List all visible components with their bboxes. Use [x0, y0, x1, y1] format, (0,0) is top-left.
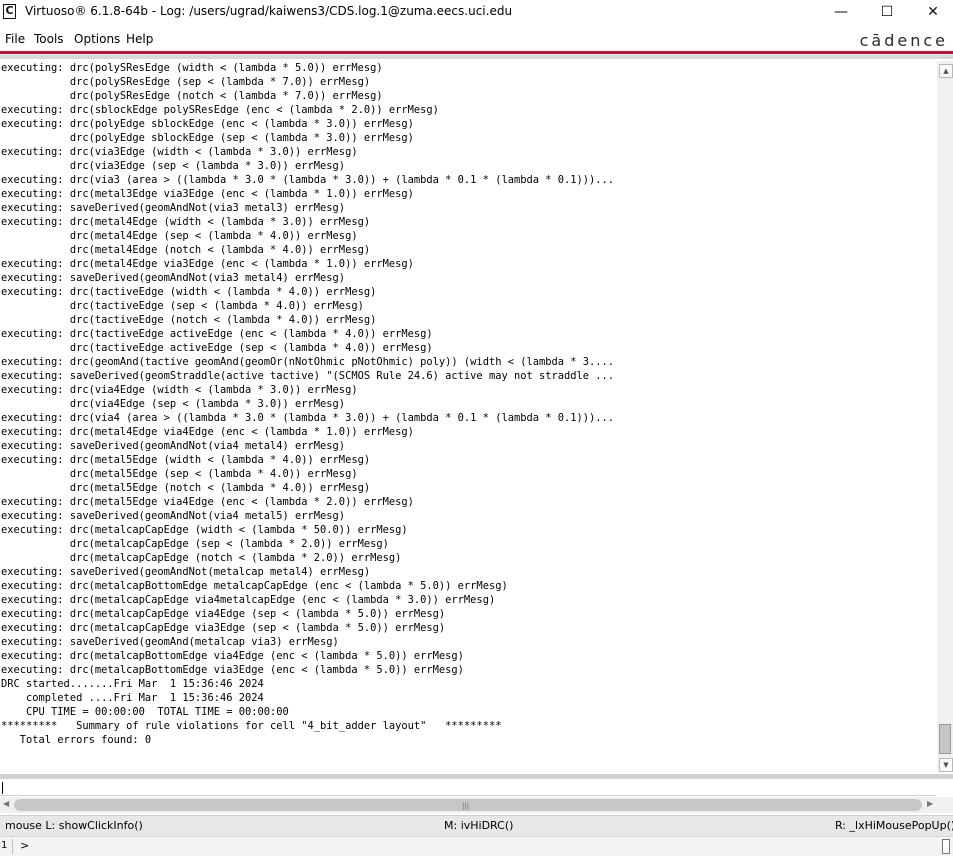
command-input[interactable] — [0, 781, 936, 796]
brand-accent-rule — [0, 51, 953, 54]
menu-file[interactable]: File — [5, 32, 25, 46]
menu-help[interactable]: Help — [126, 32, 153, 46]
log-line: drc(tactiveEdge activeEdge (sep < (lambd… — [1, 342, 433, 354]
log-line: drc(metalcapCapEdge (sep < (lambda * 2.0… — [1, 538, 389, 550]
log-line: executing: drc(metalcapCapEdge via3Edge … — [1, 622, 446, 634]
horizontal-scrollbar[interactable]: ◀ ||| ▶ — [0, 797, 953, 813]
log-line: executing: drc(metalcapCapEdge via4Edge … — [1, 608, 446, 620]
log-line: executing: drc(polySResEdge (width < (la… — [1, 62, 383, 74]
log-line: drc(tactiveEdge (sep < (lambda * 4.0)) e… — [1, 300, 364, 312]
log-line: executing: drc(tactiveEdge (width < (lam… — [1, 286, 377, 298]
prompt-separator — [12, 839, 13, 854]
log-line: drc(metal4Edge (sep < (lambda * 4.0)) er… — [1, 230, 358, 242]
status-mouse-middle: M: ivHiDRC() — [444, 819, 514, 832]
log-line: executing: drc(metal4Edge (width < (lamb… — [1, 216, 371, 228]
scroll-down-icon[interactable]: ▼ — [939, 758, 953, 772]
log-line: executing: drc(metalcapBottomEdge via4Ed… — [1, 650, 464, 662]
text-caret — [2, 782, 3, 794]
log-line: executing: drc(metalcapBottomEdge via3Ed… — [1, 664, 464, 676]
log-line: executing: drc(metal5Edge via4Edge (enc … — [1, 496, 414, 508]
log-line: executing: drc(metal4Edge via3Edge (enc … — [1, 258, 414, 270]
log-line: CPU TIME = 00:00:00 TOTAL TIME = 00:00:0… — [1, 706, 289, 718]
log-line: executing: saveDerived(geomStraddle(acti… — [1, 370, 615, 382]
prompt-symbol: > — [20, 839, 30, 852]
log-line: drc(metal5Edge (notch < (lambda * 4.0)) … — [1, 482, 371, 494]
log-line: executing: saveDerived(geomAndNot(via4 m… — [1, 510, 346, 522]
log-line: drc(metal5Edge (sep < (lambda * 4.0)) er… — [1, 468, 358, 480]
cadence-c-icon[interactable]: C — [3, 4, 16, 19]
log-line: DRC started.......Fri Mar 1 15:36:46 202… — [1, 678, 264, 690]
menu-options[interactable]: Options — [74, 32, 120, 46]
window-title: Virtuoso® 6.1.8-64b - Log: /users/ugrad/… — [25, 4, 513, 18]
log-line: executing: saveDerived(geomAndNot(via3 m… — [1, 272, 346, 284]
menu-bar: File Tools Options Help — [0, 28, 953, 52]
status-mouse-left: mouse L: showClickInfo() — [5, 819, 143, 832]
log-line: executing: saveDerived(geomAndNot(metalc… — [1, 566, 371, 578]
menu-tools[interactable]: Tools — [34, 32, 64, 46]
close-button[interactable]: ✕ — [910, 0, 953, 24]
log-line: executing: drc(metal5Edge (width < (lamb… — [1, 454, 371, 466]
log-line: executing: saveDerived(geomAnd(metalcap … — [1, 636, 339, 648]
prompt-number: 1 — [1, 840, 8, 851]
log-line: executing: drc(metalcapBottomEdge metalc… — [1, 580, 508, 592]
log-line: executing: saveDerived(geomAndNot(via3 m… — [1, 202, 346, 214]
scroll-right-icon[interactable]: ▶ — [927, 799, 933, 808]
toolbar-divider — [0, 55, 953, 59]
log-line: drc(polySResEdge (sep < (lambda * 7.0)) … — [1, 76, 371, 88]
log-line: executing: drc(polyEdge sblockEdge (enc … — [1, 118, 414, 130]
log-line: executing: drc(via4Edge (width < (lambda… — [1, 384, 358, 396]
log-line: drc(metal4Edge (notch < (lambda * 4.0)) … — [1, 244, 371, 256]
log-line: executing: drc(sblockEdge polySResEdge (… — [1, 104, 439, 116]
scroll-left-icon[interactable]: ◀ — [3, 799, 9, 808]
log-line: ********* Summary of rule violations for… — [1, 720, 502, 732]
log-line: completed ....Fri Mar 1 15:36:46 2024 — [1, 692, 264, 704]
log-line: executing: drc(metalcapCapEdge via4metal… — [1, 594, 496, 606]
log-line: executing: drc(metalcapCapEdge (width < … — [1, 524, 408, 536]
log-line: drc(metalcapCapEdge (notch < (lambda * 2… — [1, 552, 402, 564]
scroll-thumb[interactable] — [939, 724, 951, 754]
title-bar: C Virtuoso® 6.1.8-64b - Log: /users/ugra… — [0, 0, 953, 24]
log-line: drc(polySResEdge (notch < (lambda * 7.0)… — [1, 90, 383, 102]
log-output[interactable]: executing: drc(polySResEdge (width < (la… — [0, 61, 936, 772]
log-line: executing: drc(metal4Edge via4Edge (enc … — [1, 426, 414, 438]
status-mouse-right: R: _lxHiMousePopUp() — [835, 819, 953, 832]
prompt-end-marker — [942, 839, 950, 854]
maximize-button[interactable]: ☐ — [864, 0, 910, 24]
vertical-scrollbar[interactable]: ▲ ▼ — [937, 61, 953, 772]
mouse-status-bar: mouse L: showClickInfo() M: ivHiDRC() R:… — [0, 815, 953, 836]
log-line: executing: drc(via3 (area > ((lambda * 3… — [1, 174, 615, 186]
log-line: executing: saveDerived(geomAndNot(via4 m… — [1, 440, 346, 452]
log-line: executing: drc(tactiveEdge activeEdge (e… — [1, 328, 433, 340]
log-line: drc(via4Edge (sep < (lambda * 3.0)) errM… — [1, 398, 346, 410]
prompt-bar: 1 > — [0, 836, 953, 856]
log-line: Total errors found: 0 — [1, 734, 152, 746]
log-line: executing: drc(via4 (area > ((lambda * 3… — [1, 412, 615, 424]
log-line: drc(tactiveEdge (notch < (lambda * 4.0))… — [1, 314, 377, 326]
cadence-logo: cādence — [859, 31, 948, 50]
log-line: drc(via3Edge (sep < (lambda * 3.0)) errM… — [1, 160, 346, 172]
log-line: executing: drc(via3Edge (width < (lambda… — [1, 146, 358, 158]
log-line: executing: drc(metal3Edge via3Edge (enc … — [1, 188, 414, 200]
log-line: executing: drc(geomAnd(tactive geomAnd(g… — [1, 356, 615, 368]
log-line: drc(polyEdge sblockEdge (sep < (lambda *… — [1, 132, 414, 144]
grip-icon: ||| — [462, 802, 470, 810]
minimize-button[interactable]: — — [818, 0, 864, 24]
pane-divider[interactable] — [0, 774, 953, 779]
scroll-up-icon[interactable]: ▲ — [939, 64, 953, 78]
